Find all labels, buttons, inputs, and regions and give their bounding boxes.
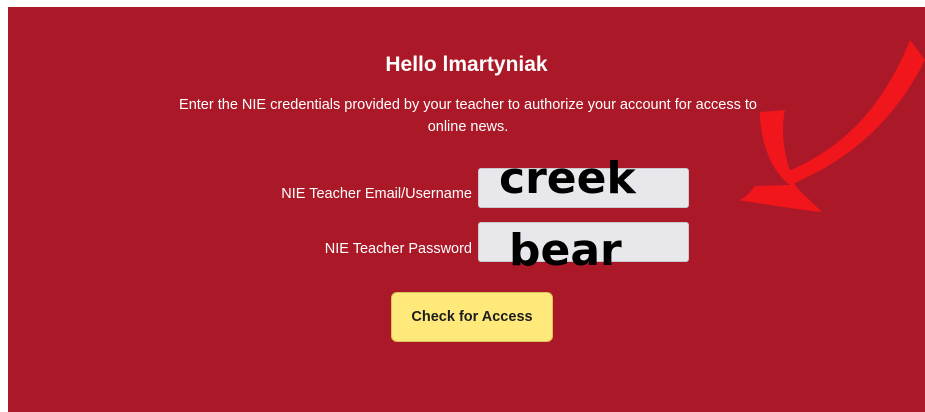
email-field[interactable]: creek: [478, 157, 689, 208]
password-value: bear: [509, 225, 622, 276]
email-value: creek: [499, 153, 636, 204]
password-field[interactable]: bear: [478, 222, 689, 273]
email-label: NIE Teacher Email/Username: [281, 186, 472, 202]
access-panel: Hello lmartyniak Enter the NIE credentia…: [8, 7, 925, 412]
instructions-text: Enter the NIE credentials provided by yo…: [179, 97, 757, 135]
greeting-title: Hello lmartyniak: [385, 53, 548, 76]
check-access-button[interactable]: Check for Access: [391, 292, 553, 342]
password-label: NIE Teacher Password: [324, 241, 472, 257]
